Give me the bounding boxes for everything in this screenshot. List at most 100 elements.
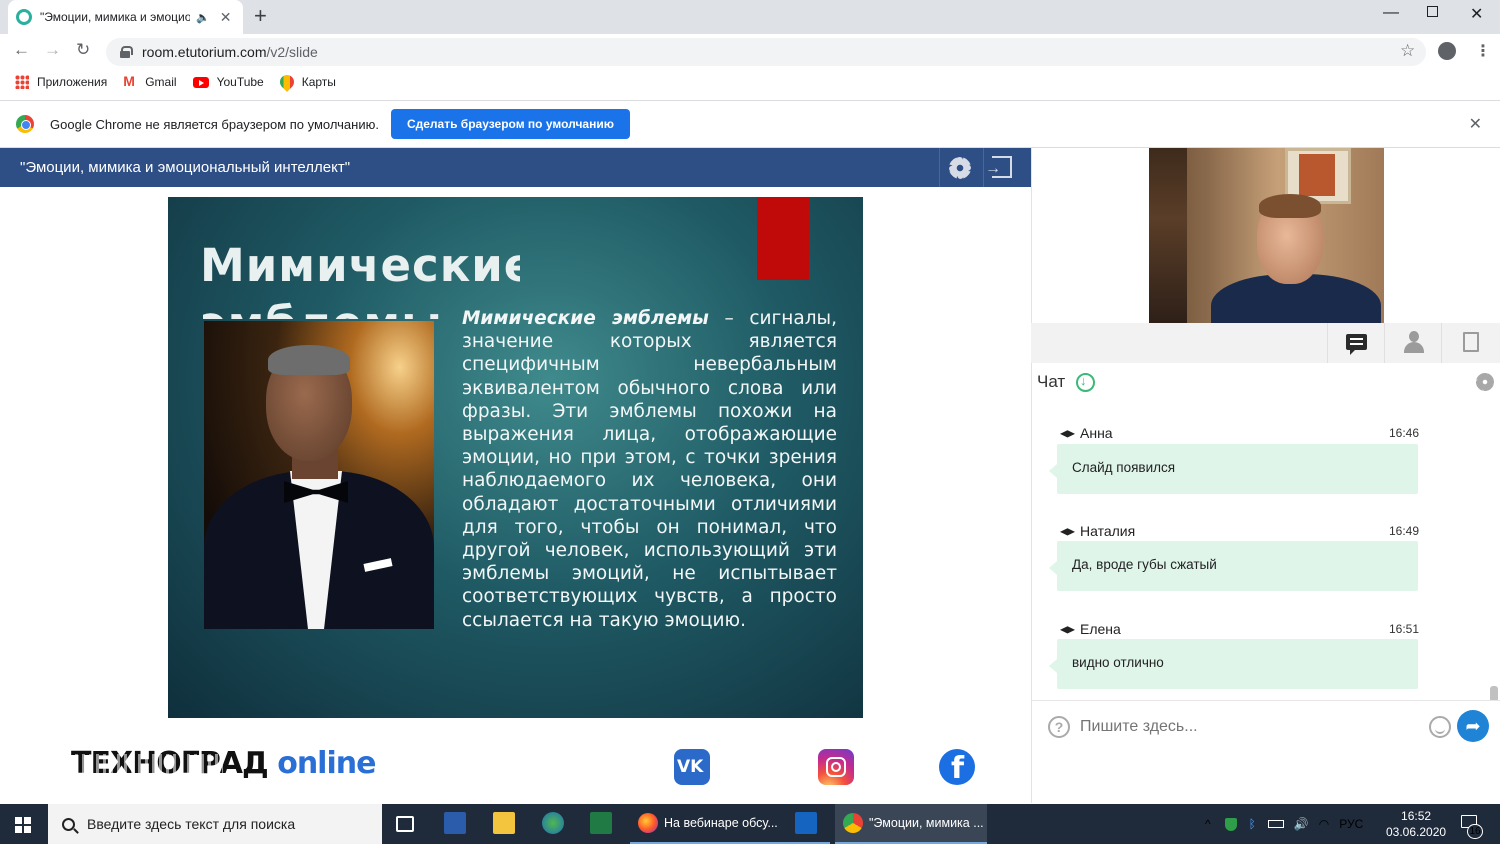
emoji-icon[interactable]: [1429, 716, 1451, 738]
site-favicon-icon: [16, 9, 32, 25]
chat-title: Чат: [1037, 372, 1066, 391]
apps-grid-icon: [15, 75, 29, 89]
clock-date: 03.06.2020: [1386, 825, 1447, 839]
instagram-icon[interactable]: [818, 749, 854, 785]
browser-toolbar: ← → ↻ room.etutorium.com/v2/slide: [0, 34, 1500, 68]
outlook-icon[interactable]: [795, 812, 817, 834]
exit-arrow-icon: →: [985, 160, 1001, 177]
wifi-icon[interactable]: ◠: [1319, 817, 1329, 831]
firefox-icon: [638, 813, 658, 833]
battery-icon[interactable]: [1267, 820, 1284, 828]
chat-bubble-icon: [1346, 334, 1367, 355]
taskbar-app-label: На вебинаре обсу...: [664, 816, 778, 830]
restore-icon[interactable]: [1427, 6, 1438, 17]
author-name: Наталия: [1080, 523, 1136, 539]
bluetooth-icon[interactable]: ᛒ: [1249, 817, 1256, 831]
chrome-icon: [843, 813, 863, 833]
message-author: Елена: [1060, 621, 1121, 637]
webinar-title: "Эмоции, мимика и эмоциональный интеллек…: [20, 159, 351, 176]
video-wall-picture: [1299, 154, 1335, 196]
youtube-icon: [192, 76, 209, 88]
volume-icon[interactable]: 🔊: [1294, 817, 1309, 831]
taskbar-app-label: "Эмоции, мимика ...: [869, 816, 984, 830]
message-time: 16:49: [1389, 524, 1420, 538]
presentation-slide: Мимические эмблемы Мимические эмблемы – …: [168, 197, 863, 718]
slide-definition: – сигналы, значение которых является спе…: [462, 308, 838, 631]
address-bar[interactable]: room.etutorium.com/v2/slide: [106, 38, 1426, 66]
minimize-icon[interactable]: —: [1383, 4, 1399, 22]
word-icon[interactable]: [444, 812, 466, 834]
message-bubble: Слайд появился: [1049, 444, 1418, 494]
language-indicator[interactable]: РУС: [1339, 817, 1363, 831]
slide-photo: [204, 321, 434, 629]
author-name: Елена: [1080, 621, 1121, 637]
chevron-up-icon[interactable]: ^: [1205, 817, 1211, 831]
video-shelf: [1149, 148, 1187, 323]
header-divider: [939, 148, 940, 187]
facebook-icon[interactable]: [939, 749, 975, 786]
vk-icon[interactable]: [674, 749, 710, 785]
message-bubble: Да, вроде губы сжатый: [1049, 541, 1418, 591]
close-infobar-icon[interactable]: ✕: [1469, 114, 1482, 134]
excel-icon[interactable]: [590, 812, 612, 834]
infobar-text: Google Chrome не является браузером по у…: [50, 116, 379, 132]
graduation-cap-icon: [1060, 626, 1075, 634]
menu-kebab-icon[interactable]: ⋮: [1475, 41, 1491, 61]
close-window-icon[interactable]: ✕: [1470, 4, 1483, 24]
bookmark-youtube[interactable]: YouTube: [192, 75, 264, 89]
bookmark-maps[interactable]: Карты: [276, 72, 336, 92]
default-browser-infobar: Google Chrome не является браузером по у…: [0, 100, 1500, 148]
bookmark-label: Карты: [301, 75, 336, 89]
message-author: Анна: [1060, 425, 1113, 441]
webinar-header: "Эмоции, мимика и эмоциональный интеллек…: [0, 148, 1031, 187]
settings-gear-icon[interactable]: [949, 157, 971, 179]
taskbar-search[interactable]: Введите здесь текст для поиска: [48, 804, 382, 844]
help-icon[interactable]: ?: [1048, 716, 1070, 738]
shield-icon[interactable]: [1224, 817, 1237, 831]
message-time: 16:46: [1389, 426, 1420, 440]
browser-tab[interactable]: "Эмоции, мимика и эмоцио 🔈 ✕: [8, 0, 243, 34]
presenter-video: [1149, 148, 1384, 323]
bookmark-gmail[interactable]: Gmail: [123, 73, 176, 89]
reload-icon[interactable]: ↻: [76, 40, 90, 60]
profile-avatar-icon[interactable]: [1438, 42, 1456, 60]
file-icon: [1463, 332, 1479, 352]
task-view-icon[interactable]: [396, 816, 414, 832]
forward-arrow-icon[interactable]: →: [44, 40, 61, 60]
taskbar-chrome-window[interactable]: "Эмоции, мимика ...: [835, 804, 987, 844]
tab-title: "Эмоции, мимика и эмоцио: [40, 10, 190, 24]
slide-term: Мимические эмблемы: [462, 308, 709, 329]
slide-accent-bar: [757, 197, 809, 280]
taskbar-clock[interactable]: 16:52 03.06.2020: [1386, 808, 1446, 840]
notification-count: 16: [1467, 824, 1483, 839]
bookmark-label: YouTube: [216, 75, 264, 89]
maps-app-icon[interactable]: [542, 812, 564, 834]
tab-strip: "Эмоции, мимика и эмоцио 🔈 ✕ + — ✕: [0, 0, 1500, 34]
back-arrow-icon[interactable]: ←: [13, 40, 30, 60]
new-tab-button[interactable]: +: [254, 3, 267, 29]
chrome-logo-icon: [16, 115, 34, 133]
message-time: 16:51: [1389, 622, 1420, 636]
set-default-browser-button[interactable]: Сделать браузером по умолчанию: [390, 109, 630, 139]
photo-hair: [268, 345, 350, 375]
slide-body-text: Мимические эмблемы – сигналы, значение к…: [462, 307, 837, 632]
send-message-button[interactable]: ➦: [1457, 710, 1489, 742]
chat-message-input[interactable]: [1080, 714, 1410, 740]
windows-start-icon[interactable]: [15, 817, 31, 833]
bookmark-apps[interactable]: Приложения: [15, 75, 107, 89]
file-explorer-icon[interactable]: [493, 812, 515, 834]
message-author: Наталия: [1060, 523, 1135, 539]
speaker-icon[interactable]: 🔈: [196, 11, 210, 24]
taskbar-search-placeholder: Введите здесь текст для поиска: [87, 816, 296, 832]
video-presenter-hair: [1259, 194, 1321, 218]
graduation-cap-icon: [1060, 528, 1075, 536]
close-tab-icon[interactable]: ✕: [220, 9, 232, 26]
bookmarks-bar: Приложения Gmail YouTube Карты: [0, 68, 1500, 96]
bookmark-star-icon[interactable]: ☆: [1400, 41, 1415, 61]
logo-suffix: online: [277, 746, 376, 781]
url-host: room.etutorium.com: [142, 44, 267, 60]
url-path: /v2/slide: [266, 44, 318, 60]
chat-settings-gear-icon[interactable]: [1476, 373, 1494, 391]
header-divider: [983, 148, 984, 187]
download-icon[interactable]: [1076, 373, 1095, 392]
